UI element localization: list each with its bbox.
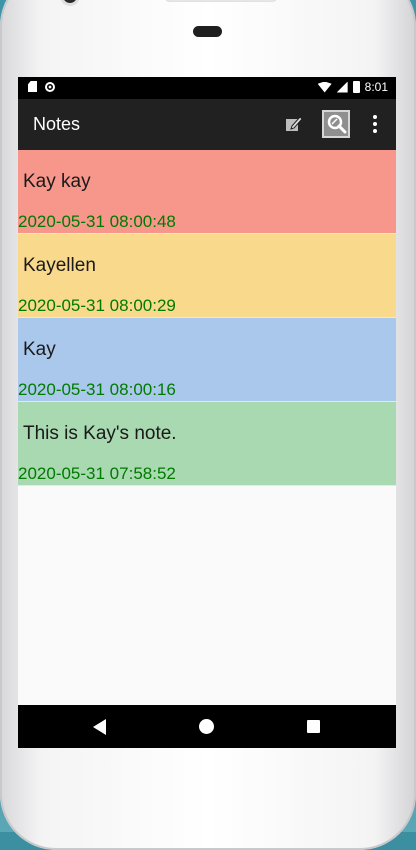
- app-title: Notes: [33, 114, 81, 134]
- recents-icon[interactable]: [307, 720, 320, 733]
- notes-list: Kay kay 2020-05-31 08:00:48 Kayellen 202…: [18, 150, 396, 486]
- search-icon: [327, 114, 347, 134]
- battery-icon: [352, 81, 360, 93]
- note-title: Kay: [23, 339, 56, 360]
- sync-status-icon: [45, 81, 55, 92]
- overflow-menu-button[interactable]: [363, 110, 387, 138]
- note-title: Kay kay: [23, 171, 91, 192]
- status-left: [28, 81, 55, 92]
- back-icon[interactable]: [93, 719, 106, 735]
- front-camera: [63, 0, 77, 3]
- cell-signal-icon: [336, 81, 348, 93]
- earpiece-speaker: [165, 0, 277, 2]
- status-bar: 8:01: [18, 77, 396, 99]
- note-title: Kayellen: [23, 255, 96, 276]
- search-button[interactable]: [322, 110, 350, 138]
- note-timestamp: 2020-05-31 08:00:48: [18, 212, 176, 231]
- status-clock: 8:01: [364, 80, 388, 94]
- sd-card-icon: [28, 81, 37, 92]
- app-toolbar: Notes: [18, 99, 396, 150]
- proximity-sensor: [193, 26, 222, 37]
- note-timestamp: 2020-05-31 08:00:29: [18, 296, 176, 315]
- phone-screen: 8:01 Notes Kay kay 2020-05-31 08:00:48 K…: [18, 77, 396, 748]
- note-title: This is Kay's note.: [23, 423, 177, 444]
- compose-icon: [286, 116, 303, 131]
- system-navigation-bar: [18, 705, 396, 748]
- note-item[interactable]: Kay kay 2020-05-31 08:00:48: [18, 150, 396, 234]
- note-item[interactable]: Kayellen 2020-05-31 08:00:29: [18, 234, 396, 318]
- note-item[interactable]: This is Kay's note. 2020-05-31 07:58:52: [18, 402, 396, 486]
- compose-button[interactable]: [280, 110, 308, 138]
- status-right: 8:01: [317, 80, 388, 94]
- home-icon[interactable]: [199, 719, 214, 734]
- overflow-menu-icon: [373, 115, 377, 133]
- note-timestamp: 2020-05-31 07:58:52: [18, 464, 176, 483]
- note-timestamp: 2020-05-31 08:00:16: [18, 380, 176, 399]
- wifi-icon: [317, 81, 332, 93]
- note-item[interactable]: Kay 2020-05-31 08:00:16: [18, 318, 396, 402]
